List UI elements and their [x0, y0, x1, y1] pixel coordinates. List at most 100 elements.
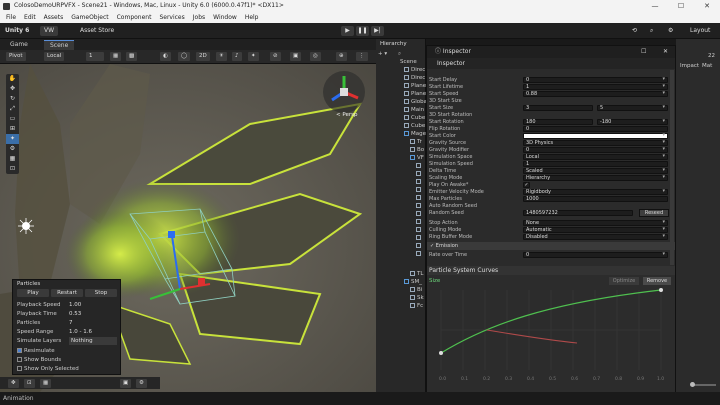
- orientation-gizmo-icon[interactable]: [322, 70, 366, 114]
- simulate-layers-dropdown[interactable]: Nothing: [69, 337, 117, 345]
- simulation-speed-field[interactable]: 1: [523, 161, 668, 167]
- gear-icon[interactable]: ⚙: [668, 26, 673, 36]
- wireframe-icon[interactable]: ◯: [178, 52, 191, 61]
- hierarchy-item[interactable]: [416, 187, 423, 194]
- move-tool-icon[interactable]: ✥: [6, 84, 19, 94]
- size-curve-graph[interactable]: [427, 285, 675, 392]
- menu-component[interactable]: Component: [117, 12, 152, 23]
- audio-icon[interactable]: ♪: [232, 52, 242, 61]
- grid-icon[interactable]: ▦: [40, 379, 52, 388]
- inspector-title-bar[interactable]: ⓘ Inspector ☐ ✕: [427, 46, 675, 58]
- optimize-button[interactable]: Optimize: [609, 277, 639, 285]
- hierarchy-item[interactable]: Plane: [404, 91, 426, 98]
- asset-store-button[interactable]: Asset Store: [80, 26, 114, 36]
- material-breadcrumb[interactable]: Mat: [702, 63, 712, 69]
- hierarchy-item[interactable]: Direc: [404, 67, 425, 74]
- unity-version-label[interactable]: Unity 6: [5, 26, 29, 36]
- snap-tool-icon[interactable]: ⊡: [6, 164, 19, 174]
- gizmos-icon[interactable]: ◎: [310, 52, 321, 61]
- maximize-icon[interactable]: ☐: [641, 46, 646, 58]
- hierarchy-item[interactable]: VF: [410, 155, 424, 162]
- play-particles-button[interactable]: Play: [17, 289, 49, 297]
- history-icon[interactable]: ⟲: [632, 26, 637, 36]
- start-size-max-field[interactable]: 5: [597, 105, 668, 111]
- menu-window[interactable]: Window: [213, 12, 237, 23]
- account-button[interactable]: VW: [40, 26, 59, 36]
- layout-dropdown[interactable]: Layout: [690, 26, 710, 36]
- tab-inspector[interactable]: Inspector: [427, 58, 675, 69]
- show-bounds-checkbox[interactable]: Show Bounds: [17, 356, 61, 364]
- hierarchy-item[interactable]: [416, 179, 423, 186]
- more-icon[interactable]: ⋮: [356, 52, 368, 61]
- menu-jobs[interactable]: Jobs: [193, 12, 205, 23]
- random-seed-field[interactable]: 1480597232: [523, 210, 633, 216]
- pivot-dropdown[interactable]: Pivot: [6, 52, 26, 61]
- snap-icon[interactable]: ⊡: [24, 379, 35, 388]
- close-icon[interactable]: ✕: [663, 46, 668, 58]
- 2d-toggle[interactable]: 2D: [196, 52, 210, 61]
- hierarchy-item[interactable]: [416, 195, 423, 202]
- move-icon[interactable]: ✥: [8, 379, 19, 388]
- custom-tool-icon[interactable]: ⚙: [6, 144, 19, 154]
- lighting-icon[interactable]: ☀: [216, 52, 227, 61]
- hierarchy-item[interactable]: Bi: [410, 287, 422, 294]
- tab-game[interactable]: Game: [4, 40, 34, 50]
- search-icon[interactable]: ⌕: [650, 26, 653, 36]
- hierarchy-item[interactable]: [416, 227, 423, 234]
- hierarchy-item[interactable]: TL: [410, 271, 423, 278]
- hierarchy-item[interactable]: [416, 211, 423, 218]
- simulation-space-dropdown[interactable]: Local: [523, 154, 668, 160]
- flip-rotation-field[interactable]: 0: [523, 126, 668, 132]
- hierarchy-item[interactable]: Scene: [400, 59, 417, 66]
- effects-icon[interactable]: ✦: [248, 52, 259, 61]
- playback-time-field[interactable]: 0.53: [69, 310, 81, 318]
- start-size-min-field[interactable]: 3: [523, 105, 593, 111]
- start-color-swatch[interactable]: [523, 133, 668, 139]
- pause-button[interactable]: ❚❚: [356, 26, 369, 36]
- grid-tool-icon[interactable]: ▦: [6, 154, 19, 164]
- search-icon[interactable]: ⌕: [398, 51, 401, 58]
- add-object-button[interactable]: + ▾: [378, 51, 387, 58]
- rect-tool-icon[interactable]: ▭: [6, 114, 19, 124]
- start-lifetime-field[interactable]: 1: [523, 84, 668, 90]
- maximize-button[interactable]: ☐: [668, 0, 694, 12]
- menu-help[interactable]: Help: [245, 12, 259, 23]
- hierarchy-item[interactable]: SM_: [404, 279, 422, 286]
- hand-tool-icon[interactable]: ✋: [6, 74, 19, 84]
- gravity-source-dropdown[interactable]: 3D Physics: [523, 140, 668, 146]
- hierarchy-item[interactable]: Globa: [404, 99, 427, 106]
- projection-label[interactable]: < Persp: [336, 112, 357, 118]
- hierarchy-item[interactable]: Plane: [404, 83, 426, 90]
- hierarchy-item[interactable]: Direc: [404, 75, 425, 82]
- menu-edit[interactable]: Edit: [24, 12, 36, 23]
- hierarchy-item[interactable]: [416, 203, 423, 210]
- emitter-velocity-mode-dropdown[interactable]: Rigidbody: [523, 189, 668, 195]
- play-button[interactable]: ▶: [341, 26, 354, 36]
- resimulate-checkbox[interactable]: Resimulate: [17, 347, 55, 355]
- playback-speed-field[interactable]: 1.00: [69, 301, 81, 309]
- step-button[interactable]: ▶|: [371, 26, 384, 36]
- hierarchy-item[interactable]: Tr: [410, 139, 422, 146]
- menu-file[interactable]: File: [6, 12, 16, 23]
- play-on-awake-checkbox[interactable]: ✓: [523, 182, 530, 188]
- start-delay-field[interactable]: 0: [523, 77, 668, 83]
- start-rotation-min-field[interactable]: 180: [523, 119, 593, 125]
- tools-overlay-icon[interactable]: ⊕: [336, 52, 347, 61]
- hierarchy-title[interactable]: Hierarchy: [380, 41, 407, 48]
- show-only-selected-checkbox[interactable]: Show Only Selected: [17, 365, 79, 373]
- rotate-tool-icon[interactable]: ↻: [6, 94, 19, 104]
- hierarchy-item[interactable]: [416, 219, 423, 226]
- transform-tool-icon[interactable]: ⊞: [6, 124, 19, 134]
- zoom-slider[interactable]: [694, 384, 716, 386]
- hierarchy-item[interactable]: Bo: [410, 147, 424, 154]
- inspector-scrollbar[interactable]: [670, 70, 674, 265]
- restart-particles-button[interactable]: Restart: [51, 289, 83, 297]
- hierarchy-item[interactable]: [416, 163, 423, 170]
- hierarchy-item[interactable]: Main: [404, 107, 424, 114]
- menu-assets[interactable]: Assets: [44, 12, 64, 23]
- snap-icon[interactable]: ▦: [110, 52, 122, 61]
- menu-services[interactable]: Services: [159, 12, 184, 23]
- rate-over-time-field[interactable]: 0: [523, 252, 668, 258]
- particle-tool-icon[interactable]: ✦: [6, 134, 19, 144]
- start-speed-field[interactable]: 0.88: [523, 91, 668, 97]
